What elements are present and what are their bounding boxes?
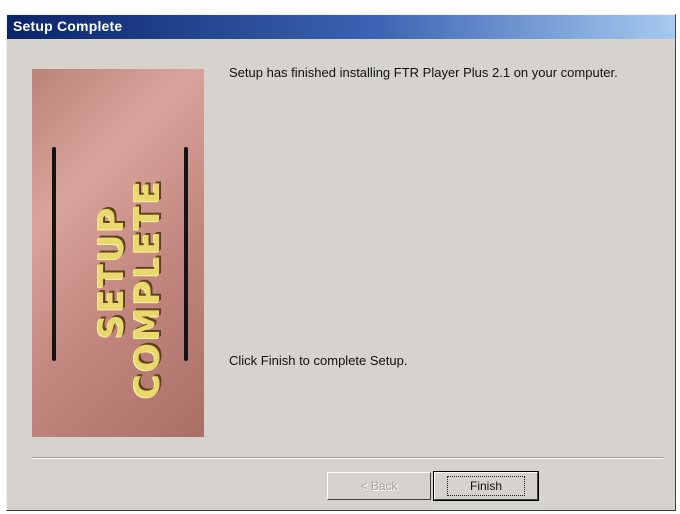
banner-word-complete: COMPLETE [128,179,168,399]
banner-left-bar [52,147,56,361]
finish-instruction: Click Finish to complete Setup. [229,353,408,368]
setup-complete-dialog: Setup Complete SETUP COMPLETE Setup has … [6,14,676,511]
banner-word-setup: SETUP [92,205,132,339]
back-button[interactable]: < Back [327,472,431,500]
title-bar[interactable]: Setup Complete [7,15,675,39]
setup-complete-banner-image: SETUP COMPLETE [32,69,204,437]
finish-button-label: Finish [446,476,525,496]
button-separator [32,457,663,459]
finish-button[interactable]: Finish [433,471,539,501]
window-title: Setup Complete [13,18,123,34]
install-finished-message: Setup has finished installing FTR Player… [229,65,618,80]
back-button-label: < Back [360,479,398,493]
banner-right-bar [184,147,188,361]
